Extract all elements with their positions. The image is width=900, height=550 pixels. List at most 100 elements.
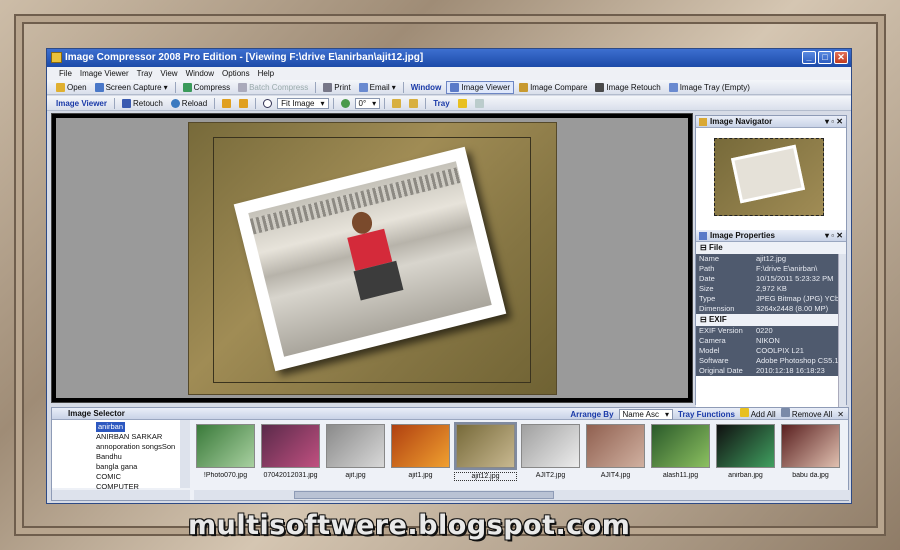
- panel-controls[interactable]: ▾ ▫ ✕: [825, 116, 843, 128]
- thumbnail-image: [521, 424, 580, 468]
- tree-item[interactable]: ANIRBAN SARKAR: [96, 432, 189, 442]
- tray-add-button[interactable]: [455, 97, 470, 110]
- window-label: Window: [410, 82, 442, 92]
- batch-compress-button[interactable]: Batch Compress: [235, 81, 311, 94]
- image-viewer-tab[interactable]: Image Viewer: [446, 80, 515, 94]
- tree-scrollbar[interactable]: [180, 420, 190, 488]
- flip-horizontal-button[interactable]: [389, 97, 404, 110]
- exif-group-label: EXIF: [708, 315, 727, 324]
- retouch-button[interactable]: Retouch: [119, 97, 166, 110]
- file-group[interactable]: ⊟ File: [696, 242, 846, 254]
- prop-key: EXIF Version: [699, 326, 743, 335]
- thumbnail-item[interactable]: anirban.jpg: [714, 422, 777, 488]
- properties-title: Image Properties: [710, 231, 775, 240]
- menu-image-viewer[interactable]: Image Viewer: [76, 67, 133, 80]
- tree-item[interactable]: Bandhu: [96, 452, 189, 462]
- add-all-button[interactable]: Add All: [739, 408, 776, 421]
- prop-row: Original Date 2010:12:18 16:18:23: [696, 366, 846, 376]
- compare-icon: [519, 82, 529, 92]
- viewer-toolbar: Image Viewer Retouch Reload Fit Image ▾ 0…: [47, 96, 851, 111]
- prop-row: Software Adobe Photoshop CS5.1: [696, 356, 846, 366]
- thumbnail-image: [586, 424, 645, 468]
- maximize-button[interactable]: □: [818, 51, 832, 64]
- menu-window[interactable]: Window: [182, 67, 218, 80]
- arrange-select[interactable]: Name Asc ▾: [618, 409, 673, 420]
- image-compare-tab[interactable]: Image Compare: [516, 81, 590, 94]
- rotation-select[interactable]: 0° ▾: [354, 97, 381, 109]
- image-compare-label: Image Compare: [530, 82, 588, 92]
- arrow-left-icon: [222, 98, 232, 108]
- panel-controls[interactable]: ▾ ▫ ✕: [825, 230, 843, 242]
- close-button[interactable]: ✕: [834, 51, 848, 64]
- reload-button[interactable]: Reload: [168, 97, 210, 110]
- tree-hscroll[interactable]: [52, 490, 190, 500]
- tree-item[interactable]: COMIC: [96, 472, 189, 482]
- thumbnail-scrollbar[interactable]: [194, 490, 850, 500]
- exif-group[interactable]: ⊟ EXIF: [696, 314, 846, 326]
- print-button[interactable]: Print: [320, 81, 353, 94]
- photo-subject: [336, 205, 409, 307]
- image-tray-tab[interactable]: Image Tray (Empty): [666, 81, 753, 94]
- image-retouch-tab[interactable]: Image Retouch: [592, 81, 663, 94]
- screen-capture-button[interactable]: Screen Capture ▾: [92, 81, 171, 94]
- remove-all-button[interactable]: Remove All: [780, 408, 832, 421]
- menu-tray[interactable]: Tray: [133, 67, 157, 80]
- chevron-down-icon: ▾: [320, 98, 325, 108]
- next-image-button[interactable]: [236, 97, 251, 110]
- prop-value: ajit12.jpg: [756, 254, 787, 263]
- prop-key: Dimension: [699, 304, 735, 313]
- tree-item[interactable]: bangla gana: [96, 462, 189, 472]
- prop-row: Name ajit12.jpg: [696, 254, 846, 264]
- prop-key: Software: [699, 356, 729, 365]
- reload-label: Reload: [181, 98, 208, 108]
- viewer-canvas[interactable]: [56, 118, 688, 398]
- tree-item[interactable]: anirban: [96, 422, 189, 432]
- prop-value: F:\drive E\anirban\: [756, 264, 818, 273]
- tree-item-label: anirban: [96, 422, 126, 432]
- separator: [114, 97, 115, 109]
- prop-value: 3264x2448 (8.00 MP): [756, 304, 829, 313]
- arrange-by-label: Arrange By: [570, 409, 614, 419]
- zoom-select[interactable]: Fit Image ▾: [277, 97, 329, 109]
- menu-bar: File Image Viewer Tray View Window Optio…: [47, 67, 851, 80]
- thumbnail-item[interactable]: AJIT4.jpg: [584, 422, 647, 488]
- open-button[interactable]: Open: [53, 81, 90, 94]
- menu-help[interactable]: Help: [254, 67, 278, 80]
- rotate-icon-wrap: [338, 97, 353, 110]
- image-retouch-label: Image Retouch: [606, 82, 661, 92]
- tree-item-label: bangla gana: [96, 462, 138, 471]
- email-button[interactable]: Email ▾: [356, 81, 399, 94]
- tree-item-label: annoporation songsSon: [96, 442, 176, 451]
- selector-close-icon[interactable]: ✕: [837, 409, 844, 421]
- menu-options[interactable]: Options: [218, 67, 254, 80]
- prev-image-button[interactable]: [219, 97, 234, 110]
- window-title: Image Compressor 2008 Pro Edition - [Vie…: [65, 52, 424, 63]
- navigator-view[interactable]: [696, 128, 846, 230]
- properties-scrollbar[interactable]: [838, 254, 846, 408]
- thumbnail-strip: !Photo070.jpg 07042012031.jpg ajit.jpg ajit…: [194, 422, 850, 490]
- navigator-thumbnail[interactable]: [714, 138, 824, 216]
- menu-file[interactable]: File: [55, 67, 76, 80]
- folder-tree: anirban ANIRBAN SARKAR annoporation song…: [52, 420, 190, 491]
- thumbnail-item[interactable]: babu da.jpg: [779, 422, 842, 488]
- thumbnail-item[interactable]: alash11.jpg: [649, 422, 712, 488]
- thumbnail-item[interactable]: AJIT2.jpg: [519, 422, 582, 488]
- prop-key: Camera: [699, 336, 726, 345]
- thumbnail-item[interactable]: ajit12.jpg: [454, 422, 517, 488]
- menu-view[interactable]: View: [156, 67, 181, 80]
- scroll-thumb[interactable]: [294, 491, 554, 499]
- flip-vertical-button[interactable]: [406, 97, 421, 110]
- thumbnail-item[interactable]: ajit1.jpg: [389, 422, 452, 488]
- compress-button[interactable]: Compress: [180, 81, 233, 94]
- minimize-button[interactable]: _: [802, 51, 816, 64]
- thumbnail-item[interactable]: ajit.jpg: [324, 422, 387, 488]
- tray-remove-button[interactable]: [472, 97, 487, 110]
- thumbnail-caption: AJIT4.jpg: [600, 472, 631, 479]
- prop-value: JPEG Bitmap (JPG) YCbCr: [756, 294, 846, 303]
- thumbnail-item[interactable]: 07042012031.jpg: [259, 422, 322, 488]
- prop-value: 2010:12:18 16:18:23: [756, 366, 825, 375]
- folder-icon: [56, 82, 65, 92]
- thumbnail-item[interactable]: !Photo070.jpg: [194, 422, 257, 488]
- tree-item[interactable]: annoporation songsSon: [96, 442, 189, 452]
- displayed-photo[interactable]: [188, 122, 557, 395]
